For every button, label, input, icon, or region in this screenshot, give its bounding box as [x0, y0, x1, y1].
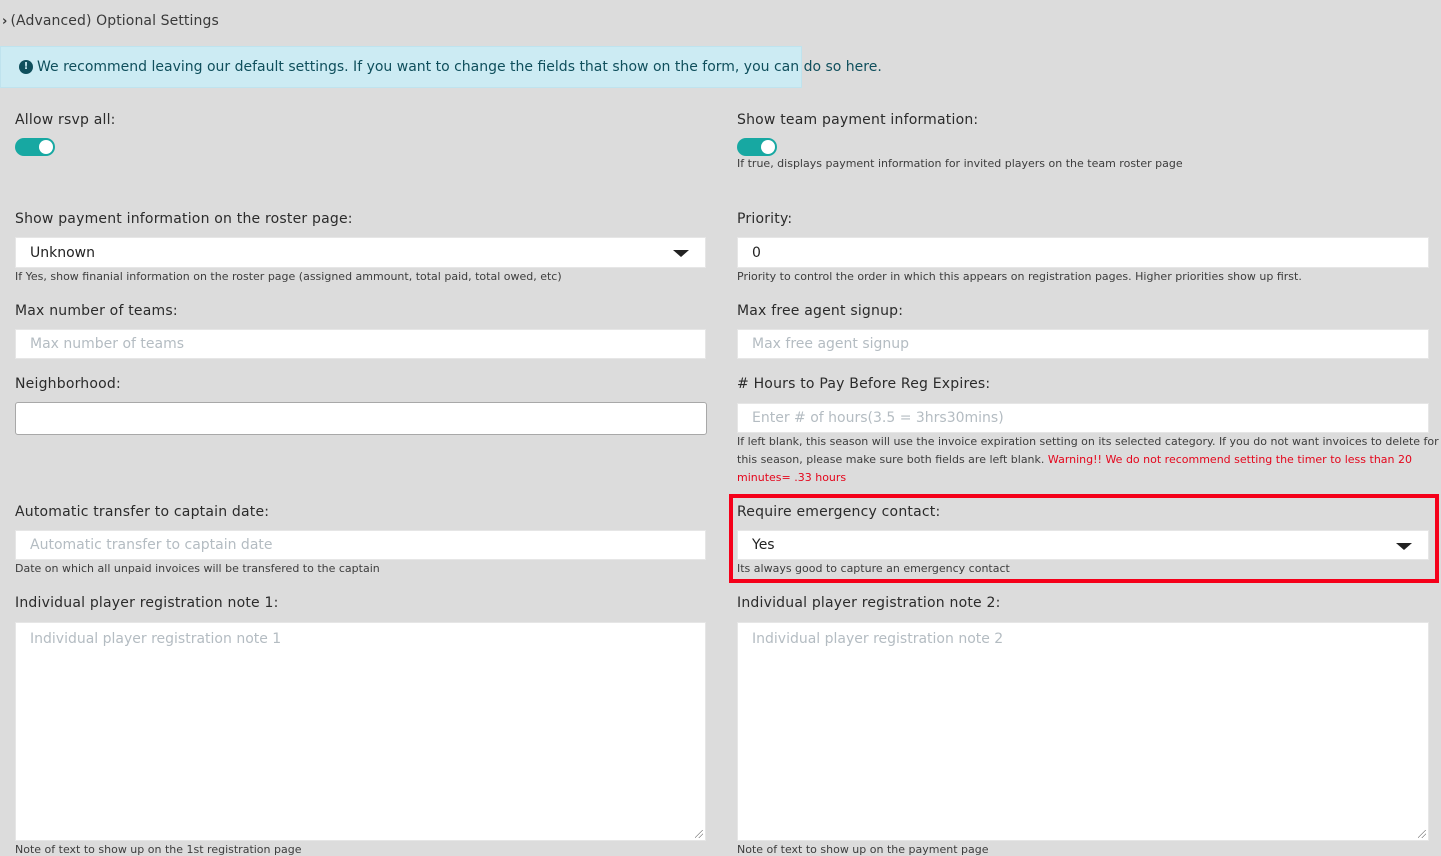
show-team-payment-label: Show team payment information:: [737, 112, 979, 128]
priority-input[interactable]: 0: [737, 237, 1429, 268]
auto-transfer-captain-input[interactable]: Automatic transfer to captain date: [15, 530, 706, 560]
resize-grip-icon[interactable]: [695, 830, 703, 838]
reg-note-2-label: Individual player registration note 2:: [737, 595, 1001, 611]
emergency-contact-highlight: [729, 494, 1439, 583]
max-free-agent-input[interactable]: Max free agent signup: [737, 329, 1429, 359]
show-payment-roster-select[interactable]: Unknown: [15, 237, 706, 268]
max-teams-label: Max number of teams:: [15, 303, 178, 319]
max-free-agent-label: Max free agent signup:: [737, 303, 904, 319]
hours-to-pay-warning-cont: minutes= .33 hours: [737, 471, 847, 484]
hours-to-pay-help-line1: If left blank, this season will use the …: [737, 435, 1439, 448]
neighborhood-label: Neighborhood:: [15, 376, 121, 392]
max-teams-input[interactable]: Max number of teams: [15, 329, 706, 359]
priority-help: Priority to control the order in which t…: [737, 270, 1302, 283]
info-alert-text: We recommend leaving our default setting…: [37, 59, 882, 75]
show-payment-roster-help: If Yes, show finanial information on the…: [15, 270, 562, 283]
advanced-settings-label: (Advanced) Optional Settings: [10, 13, 219, 29]
hours-to-pay-placeholder: Enter # of hours(3.5 = 3hrs30mins): [752, 410, 1004, 426]
auto-transfer-captain-help: Date on which all unpaid invoices will b…: [15, 562, 380, 575]
neighborhood-input[interactable]: [15, 402, 707, 435]
auto-transfer-captain-label: Automatic transfer to captain date:: [15, 504, 270, 520]
hours-to-pay-input[interactable]: Enter # of hours(3.5 = 3hrs30mins): [737, 403, 1429, 433]
allow-rsvp-all-toggle[interactable]: [15, 138, 55, 156]
reg-note-1-placeholder: Individual player registration note 1: [30, 631, 282, 647]
show-payment-roster-selected: Unknown: [30, 244, 95, 261]
max-free-agent-placeholder: Max free agent signup: [752, 336, 910, 352]
resize-grip-icon[interactable]: [1418, 830, 1426, 838]
info-alert: ! We recommend leaving our default setti…: [0, 46, 882, 88]
show-team-payment-help: If true, displays payment information fo…: [737, 157, 1183, 170]
reg-note-2-placeholder: Individual player registration note 2: [752, 631, 1004, 647]
reg-note-2-textarea[interactable]: Individual player registration note 2: [737, 622, 1429, 841]
reg-note-1-label: Individual player registration note 1:: [15, 595, 279, 611]
toggle-knob: [761, 140, 775, 154]
hours-to-pay-warning: Warning!! We do not recommend setting th…: [1047, 453, 1413, 466]
hours-to-pay-label: # Hours to Pay Before Reg Expires:: [737, 376, 991, 392]
chevron-right-icon: ›: [2, 14, 8, 29]
priority-label: Priority:: [737, 211, 793, 227]
hours-to-pay-help-line2: this season, please make sure both field…: [737, 453, 1412, 466]
hours-to-pay-help-line3: minutes= .33 hours: [737, 471, 846, 484]
reg-note-2-help: Note of text to show up on the payment p…: [737, 843, 989, 856]
auto-transfer-captain-placeholder: Automatic transfer to captain date: [30, 537, 273, 553]
reg-note-1-help: Note of text to show up on the 1st regis…: [15, 843, 302, 856]
show-payment-roster-label: Show payment information on the roster p…: [15, 211, 353, 227]
reg-note-1-textarea[interactable]: Individual player registration note 1: [15, 622, 706, 841]
advanced-settings-toggle[interactable]: › (Advanced) Optional Settings: [2, 13, 219, 29]
info-circle-icon: !: [19, 60, 33, 74]
priority-value: 0: [752, 244, 761, 261]
max-teams-placeholder: Max number of teams: [30, 336, 185, 352]
show-team-payment-toggle[interactable]: [737, 138, 777, 156]
hours-to-pay-help-text: this season, please make sure both field…: [737, 453, 1045, 466]
caret-down-icon: [673, 250, 689, 257]
toggle-knob: [39, 140, 53, 154]
allow-rsvp-all-label: Allow rsvp all:: [15, 112, 116, 128]
